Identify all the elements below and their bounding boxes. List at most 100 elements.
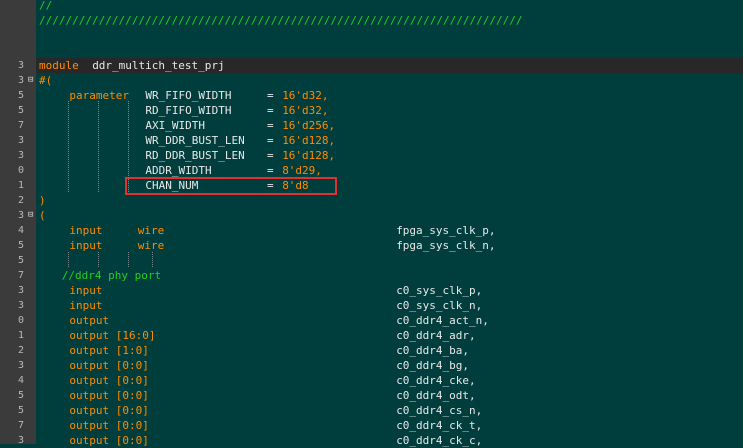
indent-guide [68,252,69,267]
code-area[interactable]: ////////////////////////////////////////… [36,0,743,447]
fold-toggle-icon[interactable]: ⊟ [28,208,33,223]
code-keyword: parameter [69,89,129,102]
code-identifier: RD_FIFO_WIDTH [145,104,232,117]
code-line[interactable]: module ddr_multich_test_prj [36,58,743,73]
code-identifier: = [267,89,274,102]
code-identifier: fpga_sys_clk_p, [396,224,496,237]
code-line[interactable]: output [0:0] c0_ddr4_cs_n, [36,403,743,418]
indent-guide [128,101,129,192]
code-keyword: output [0:0] [69,389,149,402]
line-number: 0 [17,165,24,176]
code-keyword: ) [39,194,46,207]
indent-guide [98,101,99,192]
code-comment: //ddr4 phy port [61,269,162,282]
code-identifier: c0_ddr4_act_n, [396,314,489,327]
code-line[interactable]: ) [36,193,743,208]
code-keyword: output [16:0] [69,329,156,342]
code-line[interactable]: output c0_ddr4_act_n, [36,313,743,328]
code-identifier: c0_ddr4_ck_t, [396,419,483,432]
code-keyword: input [69,224,103,237]
fold-toggle-icon[interactable]: ⊟ [28,73,33,88]
line-number: 7 [17,270,24,281]
code-keyword: ( [39,209,46,222]
code-line[interactable]: input wire fpga_sys_clk_n, [36,238,743,253]
line-number: 3 [17,300,24,311]
code-keyword: wire [137,224,165,237]
code-identifier: c0_sys_clk_p, [396,284,483,297]
code-keyword: wire [137,239,165,252]
code-line[interactable]: output [0:0] c0_ddr4_cke, [36,373,743,388]
code-identifier: c0_sys_clk_n, [396,299,483,312]
code-keyword: input [69,299,103,312]
code-keyword: module [39,59,79,72]
indent-guide [68,101,69,192]
code-line[interactable]: output [16:0] c0_ddr4_adr, [36,328,743,343]
code-identifier: c0_ddr4_adr, [396,329,476,342]
line-number: 2 [17,195,24,206]
code-identifier: c0_ddr4_cke, [396,374,476,387]
indent-guide [152,252,153,267]
code-value: 16'd32, [282,89,329,102]
line-number: 5 [17,405,24,416]
code-line[interactable]: output [1:0] c0_ddr4_ba, [36,343,743,358]
code-line[interactable]: input c0_sys_clk_p, [36,283,743,298]
code-identifier: ADDR_WIDTH [145,164,212,177]
code-identifier: RD_DDR_BUST_LEN [145,149,245,162]
line-number: 3 [17,75,24,86]
code-line[interactable]: RD_DDR_BUST_LEN = 16'd128, [36,148,743,163]
code-line[interactable] [36,253,743,268]
line-number: 3 [17,60,24,71]
code-keyword: output [0:0] [69,359,149,372]
line-number: 3 [17,150,24,161]
line-number: 1 [17,330,24,341]
code-keyword: output [0:0] [69,404,149,417]
code-keyword: output [69,314,110,327]
code-identifier: ddr_multich_test_prj [92,59,225,72]
code-line[interactable]: output [0:0] c0_ddr4_ck_c, [36,433,743,448]
line-number: 5 [17,390,24,401]
code-line[interactable]: output [0:0] c0_ddr4_bg, [36,358,743,373]
code-comment: // [39,0,53,12]
code-identifier: WR_FIFO_WIDTH [145,89,232,102]
code-keyword: output [0:0] [69,434,149,447]
code-line[interactable]: // [36,0,743,13]
code-identifier: = [267,134,274,147]
code-line[interactable] [36,28,743,43]
code-value: 8'd29, [282,164,322,177]
code-value: 16'd128, [282,149,336,162]
code-identifier: = [267,149,274,162]
code-identifier: WR_DDR_BUST_LEN [145,134,245,147]
code-keyword: output [1:0] [69,344,149,357]
code-line[interactable] [36,43,743,58]
code-identifier: c0_ddr4_bg, [396,359,470,372]
code-line[interactable]: WR_DDR_BUST_LEN = 16'd128, [36,133,743,148]
code-line[interactable]: input c0_sys_clk_n, [36,298,743,313]
code-line[interactable]: //ddr4 phy port [36,268,743,283]
code-line[interactable]: ( [36,208,743,223]
line-number: 3 [17,435,24,446]
indent-guide [98,252,99,267]
code-line[interactable]: ////////////////////////////////////////… [36,13,743,28]
line-number: 5 [17,240,24,251]
code-identifier: c0_ddr4_ck_c, [396,434,483,447]
code-identifier: c0_ddr4_odt, [396,389,476,402]
code-identifier: = [267,104,274,117]
code-line[interactable]: output [0:0] c0_ddr4_ck_t, [36,418,743,433]
code-line[interactable]: ADDR_WIDTH = 8'd29, [36,163,743,178]
code-line[interactable]: RD_FIFO_WIDTH = 16'd32, [36,103,743,118]
code-value: 16'd256, [282,119,336,132]
line-number: 7 [17,120,24,131]
code-line[interactable]: input wire fpga_sys_clk_p, [36,223,743,238]
line-number: 4 [17,375,24,386]
code-line[interactable]: output [0:0] c0_ddr4_odt, [36,388,743,403]
line-number: 3 [17,135,24,146]
code-identifier: c0_ddr4_ba, [396,344,470,357]
code-comment: ////////////////////////////////////////… [39,14,523,27]
code-identifier: c0_ddr4_cs_n, [396,404,483,417]
line-number: 3 [17,210,24,221]
code-line[interactable]: AXI_WIDTH = 16'd256, [36,118,743,133]
code-line[interactable]: #( [36,73,743,88]
code-keyword: input [69,239,103,252]
code-line[interactable]: parameter WR_FIFO_WIDTH = 16'd32, [36,88,743,103]
code-keyword: input [69,284,103,297]
